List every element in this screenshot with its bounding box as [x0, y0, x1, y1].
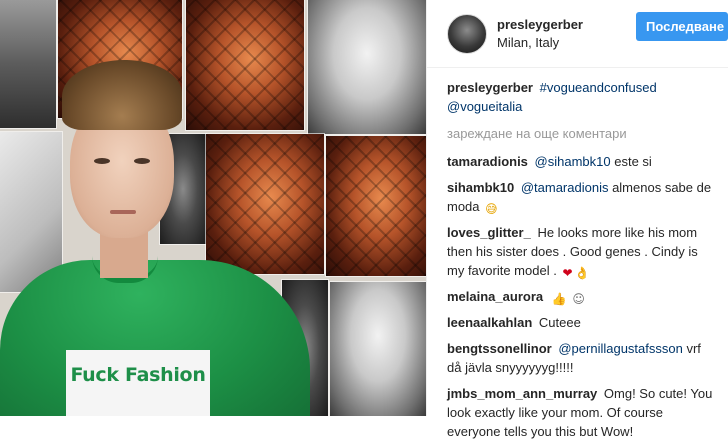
- smile-emoji-icon: ☺: [572, 292, 585, 306]
- comment: sihambk10 @tamaradionis almenos sabe de …: [447, 178, 718, 216]
- comment-username[interactable]: melaina_aurora: [447, 289, 543, 304]
- caption-username[interactable]: presleygerber: [447, 80, 533, 95]
- load-more-comments[interactable]: зареждане на още коментари: [447, 124, 718, 143]
- thumbs-up-emoji-icon: 👍: [551, 292, 567, 306]
- comment: loves_glitter_ He looks more like his mo…: [447, 223, 718, 280]
- comments-section: presleygerber #vogueandconfused @vogueit…: [427, 68, 728, 441]
- side-panel: presleygerber Milan, Italy Последване pr…: [426, 0, 728, 439]
- eye: [94, 158, 110, 164]
- comment: leenaalkahlan Cuteee: [447, 313, 718, 332]
- post-photo[interactable]: Fuck Fashion: [0, 0, 426, 416]
- comment-mention[interactable]: @sihambk10: [535, 154, 611, 169]
- caption: presleygerber #vogueandconfused @vogueit…: [447, 78, 718, 116]
- comment-username[interactable]: bengtssonellinor: [447, 341, 552, 356]
- eye: [134, 158, 150, 164]
- comment-username[interactable]: leenaalkahlan: [447, 315, 532, 330]
- caption-hashtag[interactable]: #vogueandconfused: [540, 80, 657, 95]
- comment: jmbs_mom_ann_murray Omg! So cute! You lo…: [447, 384, 718, 441]
- wall-print-bw: [330, 282, 426, 416]
- comment: bengtssonellinor @pernillagustafssson vr…: [447, 339, 718, 377]
- laughing-emoji-icon: 😅: [485, 202, 498, 216]
- comment-text: Cuteee: [538, 315, 581, 330]
- heart-emoji-icon: ❤: [562, 266, 573, 280]
- comment-username[interactable]: jmbs_mom_ann_murray: [447, 386, 597, 401]
- comment-username[interactable]: sihambk10: [447, 180, 514, 195]
- follow-button[interactable]: Последване: [636, 12, 728, 41]
- shirt-text: Fuck Fashion: [70, 364, 206, 386]
- ok-hand-emoji-icon: 👌: [574, 266, 590, 280]
- header-location[interactable]: Milan, Italy: [497, 34, 583, 52]
- comment-mention[interactable]: @tamaradionis: [521, 180, 609, 195]
- mouth: [110, 210, 136, 214]
- post-header: presleygerber Milan, Italy Последване: [427, 0, 728, 68]
- comment-username[interactable]: loves_glitter_: [447, 225, 531, 240]
- comment: melaina_aurora 👍 ☺: [447, 287, 718, 306]
- comment: tamaradionis @sihambk10 este si: [447, 152, 718, 171]
- instagram-post: Fuck Fashion presleygerber Milan, Italy …: [0, 0, 728, 439]
- header-username[interactable]: presleygerber: [497, 16, 583, 33]
- header-text: presleygerber Milan, Italy: [497, 16, 583, 52]
- avatar[interactable]: [447, 13, 487, 54]
- comment-mention[interactable]: @pernillagustafssson: [558, 341, 682, 356]
- comment-username[interactable]: tamaradionis: [447, 154, 528, 169]
- caption-mention[interactable]: @vogueitalia: [447, 99, 522, 114]
- shirt-print-patch: Fuck Fashion: [66, 350, 210, 416]
- comment-text: este si: [610, 154, 652, 169]
- wall-print-portrait: [326, 136, 426, 276]
- hair: [62, 60, 182, 130]
